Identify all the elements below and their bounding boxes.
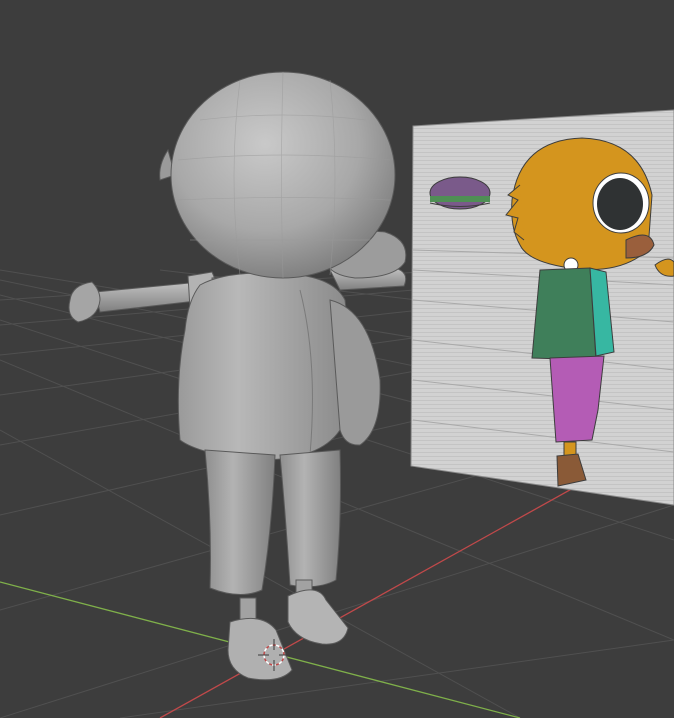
model-left-leg[interactable] (204, 449, 293, 681)
reference-shirt (531, 267, 615, 361)
reference-image-plane[interactable] (410, 109, 674, 506)
reference-hat (429, 176, 491, 210)
3d-viewport[interactable] (0, 0, 674, 718)
viewport-scene[interactable] (0, 0, 674, 718)
model-right-leg[interactable] (279, 449, 349, 645)
model-torso[interactable] (177, 272, 350, 461)
character-model[interactable] (68, 71, 407, 681)
model-head[interactable] (159, 71, 396, 279)
